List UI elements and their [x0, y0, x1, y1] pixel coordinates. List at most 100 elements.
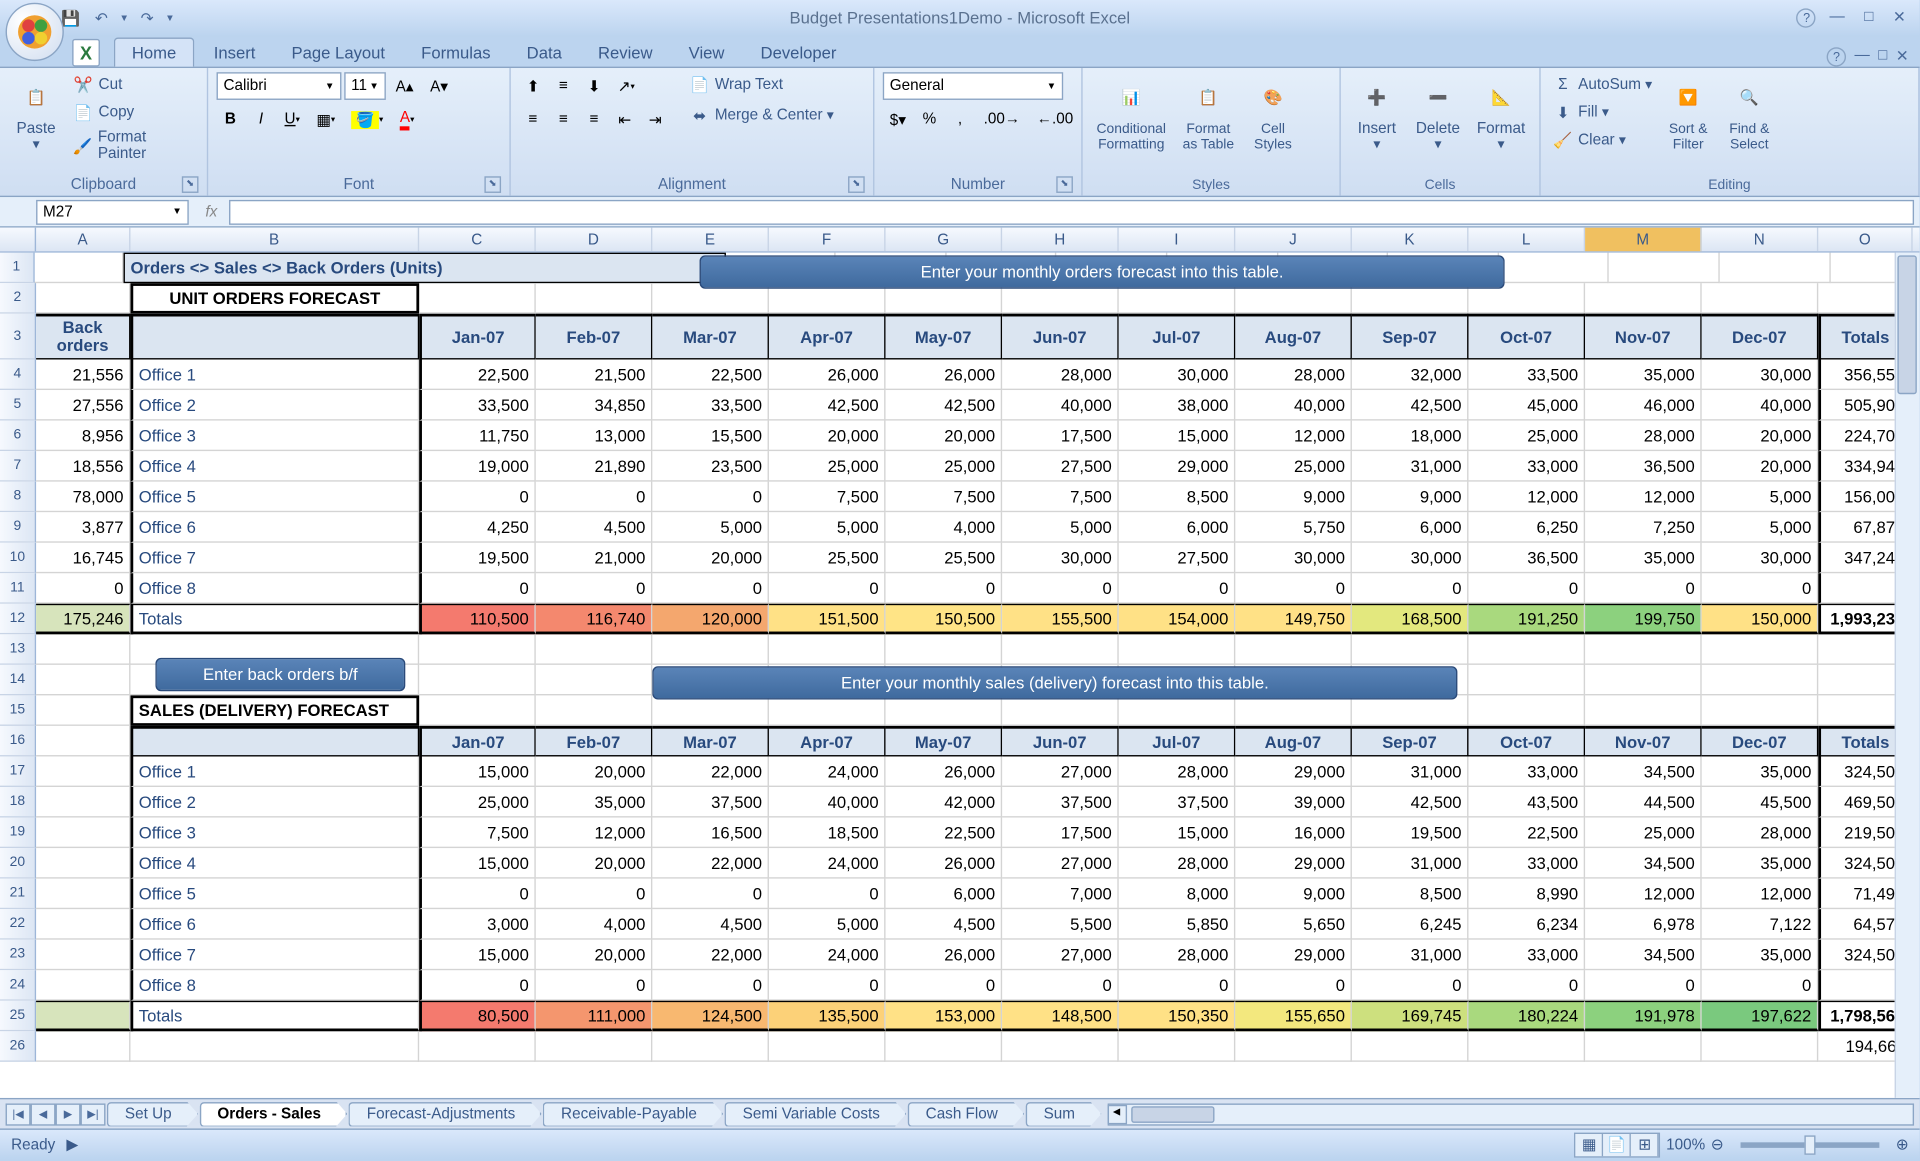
cell[interactable]: 5,000 [769, 909, 886, 940]
cell[interactable]: 12,000 [1585, 482, 1702, 513]
cell[interactable]: 22,500 [419, 359, 536, 390]
cell[interactable] [1235, 1031, 1352, 1062]
sheet-tab[interactable]: Cash Flow [908, 1101, 1025, 1126]
cell[interactable]: 12,000 [1469, 482, 1586, 513]
ribbon-close[interactable]: ✕ [1896, 47, 1909, 66]
cell[interactable] [1702, 665, 1819, 696]
cell[interactable]: 0 [652, 879, 769, 910]
cell[interactable]: 25,000 [1585, 818, 1702, 849]
row-header[interactable]: 11 [0, 573, 36, 604]
cell[interactable]: 0 [1352, 573, 1469, 604]
cell[interactable]: 31,000 [1352, 940, 1469, 971]
tab-review[interactable]: Review [581, 39, 669, 67]
cell[interactable]: 15,000 [1119, 818, 1236, 849]
cell[interactable]: 8,500 [1119, 482, 1236, 513]
cell[interactable]: 22,000 [652, 756, 769, 787]
cell[interactable]: 5,000 [1702, 482, 1819, 513]
cell[interactable]: 25,000 [769, 451, 886, 482]
cell[interactable]: 0 [419, 573, 536, 604]
row-header[interactable]: 10 [0, 543, 36, 574]
help-icon[interactable]: ? [1796, 8, 1815, 27]
cell[interactable]: 154,000 [1119, 604, 1236, 635]
cell[interactable]: 35,000 [1702, 756, 1819, 787]
cell[interactable] [419, 665, 536, 696]
cell[interactable] [130, 726, 419, 757]
cell[interactable]: 16,000 [1235, 818, 1352, 849]
cell[interactable]: 42,500 [886, 390, 1003, 421]
name-box[interactable]: M27▼ [36, 199, 189, 224]
cell[interactable]: 0 [1119, 573, 1236, 604]
underline-button[interactable]: U▾ [278, 105, 307, 133]
cell[interactable]: 153,000 [886, 1001, 1003, 1032]
view-page-break[interactable]: ⊞ [1631, 1133, 1659, 1155]
cell[interactable] [536, 1031, 653, 1062]
cell[interactable]: 8,500 [1352, 879, 1469, 910]
cell[interactable]: 5,850 [1119, 909, 1236, 940]
col-header-D[interactable]: D [536, 228, 653, 252]
increase-decimal-button[interactable]: .00→ [977, 105, 1027, 133]
cell[interactable]: Aug-07 [1235, 726, 1352, 757]
cell[interactable]: Office 4 [130, 451, 419, 482]
cell[interactable]: 197,622 [1702, 1001, 1819, 1032]
shrink-font-button[interactable]: A▾ [423, 72, 455, 100]
cell[interactable]: 150,500 [886, 604, 1003, 635]
cell[interactable]: Jun-07 [1002, 726, 1119, 757]
accounting-button[interactable]: $▾ [883, 105, 913, 133]
zoom-level[interactable]: 100% [1666, 1136, 1705, 1153]
col-header-E[interactable]: E [652, 228, 769, 252]
cell[interactable]: Office 3 [130, 818, 419, 849]
row-header[interactable]: 15 [0, 695, 36, 726]
fill-button[interactable]: ⬇Fill ▾ [1549, 100, 1655, 125]
cell[interactable]: 29,000 [1235, 756, 1352, 787]
cell[interactable] [1585, 1031, 1702, 1062]
cell[interactable]: Nov-07 [1585, 314, 1702, 360]
cell[interactable] [1499, 253, 1609, 284]
cell[interactable] [1469, 634, 1586, 665]
cell[interactable]: 0 [1235, 573, 1352, 604]
cell[interactable]: 0 [536, 482, 653, 513]
horizontal-scrollbar[interactable]: ◀ [1107, 1103, 1914, 1125]
cell[interactable]: 34,500 [1585, 940, 1702, 971]
col-header-A[interactable]: A [36, 228, 130, 252]
cell[interactable]: 30,000 [1702, 359, 1819, 390]
row-header[interactable]: 19 [0, 818, 36, 849]
cell[interactable]: 26,000 [886, 359, 1003, 390]
cell-styles-button[interactable]: 🎨Cell Styles [1245, 72, 1301, 155]
cell[interactable]: 0 [652, 482, 769, 513]
cell[interactable]: Office 2 [130, 787, 419, 818]
cell[interactable] [36, 970, 130, 1001]
cell[interactable]: 26,000 [886, 940, 1003, 971]
cell[interactable]: Office 8 [130, 573, 419, 604]
cell[interactable]: 0 [1702, 970, 1819, 1001]
cell[interactable]: 25,500 [886, 543, 1003, 574]
cell[interactable]: 6,000 [886, 879, 1003, 910]
cell[interactable]: 33,000 [1469, 756, 1586, 787]
autosum-button[interactable]: ΣAutoSum ▾ [1549, 72, 1655, 97]
cell[interactable]: 28,000 [1002, 359, 1119, 390]
cell[interactable]: 35,000 [1702, 848, 1819, 879]
cell[interactable] [652, 1031, 769, 1062]
cell[interactable] [1002, 1031, 1119, 1062]
cell[interactable]: 33,000 [1469, 848, 1586, 879]
row-header[interactable]: 22 [0, 909, 36, 940]
cell[interactable]: 150,000 [1702, 604, 1819, 635]
row-header[interactable]: 5 [0, 390, 36, 421]
tab-developer[interactable]: Developer [744, 39, 853, 67]
cell[interactable]: 34,500 [1585, 756, 1702, 787]
cell[interactable]: 0 [769, 970, 886, 1001]
cell[interactable] [652, 634, 769, 665]
align-bottom-button[interactable]: ⬇ [580, 72, 608, 100]
cell[interactable]: 4,500 [536, 512, 653, 543]
formula-input[interactable] [228, 199, 1914, 224]
cell[interactable]: 12,000 [1585, 879, 1702, 910]
cell[interactable]: 26,000 [886, 848, 1003, 879]
cell[interactable] [769, 1031, 886, 1062]
cell[interactable]: 30,000 [1702, 543, 1819, 574]
close-button[interactable]: ✕ [1887, 8, 1911, 27]
cell[interactable] [1585, 283, 1702, 314]
cell[interactable]: 0 [1469, 970, 1586, 1001]
delete-button[interactable]: ➖Delete▾ [1410, 72, 1466, 155]
cell[interactable] [652, 695, 769, 726]
comma-button[interactable]: , [946, 105, 974, 133]
cell[interactable]: 9,000 [1235, 482, 1352, 513]
